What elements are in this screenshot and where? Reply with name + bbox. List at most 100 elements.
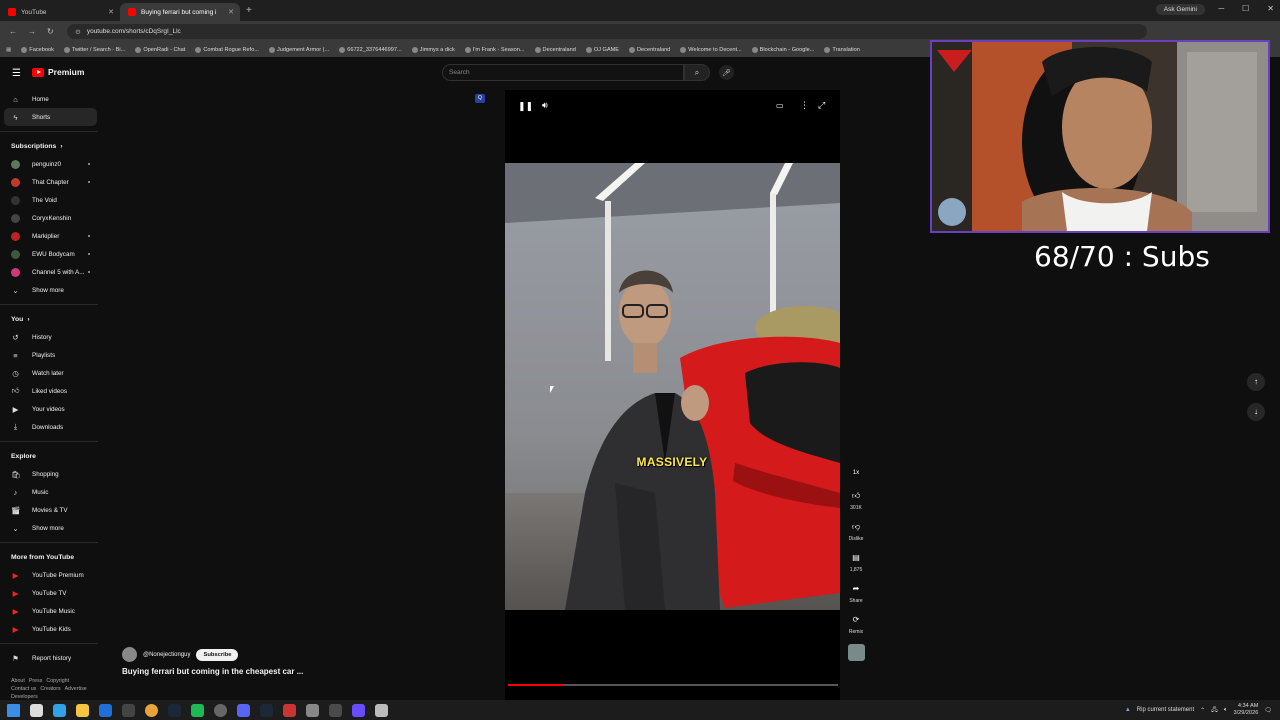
speaker-icon[interactable]: 🔈︎ [1224,707,1228,714]
apps-icon[interactable]: ▦ [6,47,11,53]
voice-search-button[interactable]: 🎤︎ [719,65,734,80]
search-input[interactable]: Search [442,64,684,81]
new-tab-button[interactable]: + [246,5,252,16]
subscriptions-heading[interactable]: Subscriptions › [0,137,104,155]
playback-rate-button[interactable]: 1x [849,466,863,480]
network-icon[interactable]: 🖧 [1211,705,1218,715]
close-tab-icon[interactable]: ✕ [108,8,114,16]
subscription-item[interactable]: CoryxKenshin [0,209,104,227]
bookmark-item[interactable]: Twitter / Search - Bi... [63,46,125,53]
subscription-item[interactable]: The Void [0,191,104,209]
footer-link[interactable]: Creators [40,686,60,692]
chrome-active-icon[interactable] [329,703,342,717]
footer-link[interactable]: Press [29,678,43,684]
start-icon[interactable] [7,703,20,717]
subscribe-button[interactable]: Subscribe [196,648,239,661]
notification-text[interactable]: Rip current statement [1137,707,1194,713]
bookmark-item[interactable]: Blockchain - Google... [751,46,814,53]
bookmark-item[interactable]: Welcome to Decent... [680,46,742,53]
bookmark-item[interactable]: Translation [824,46,860,53]
previous-short-button[interactable]: ↑ [1247,373,1265,391]
ask-gemini-button[interactable]: Ask Gemini [1155,4,1205,15]
more-options-icon[interactable]: ⋮ [800,100,809,111]
bookmark-item[interactable]: OpenRadi - Chat [135,46,185,53]
sidebar-item-youtube-product[interactable]: ▶ YouTube Music [0,602,104,620]
sidebar-item-movies-tv[interactable]: 🎬︎ Movies & TV [0,501,104,519]
progress-bar[interactable] [508,684,838,686]
subscription-item[interactable]: EWU Bodycam [0,245,104,263]
steam-2-icon[interactable] [260,703,273,717]
sidebar-item-music[interactable]: ♪ Music [0,483,104,501]
forward-icon[interactable]: → [28,27,38,36]
bookmark-item[interactable]: Combat Rogue Refo... [195,46,259,53]
reload-icon[interactable]: ↻ [47,27,57,36]
app-2-icon[interactable] [283,703,296,717]
app-icon[interactable] [214,703,227,717]
edge-icon[interactable] [53,703,66,717]
subscription-item[interactable]: That Chapter [0,173,104,191]
tab-youtube[interactable]: YouTube ✕ [0,3,120,21]
clock[interactable]: 4:34 AM 3/29/2026 [1233,703,1258,717]
bookmark-item[interactable]: Facebook [21,46,54,53]
channel-handle[interactable]: @Nonejectionguy [143,652,190,658]
spotify-icon[interactable] [191,703,204,717]
report-history-item[interactable]: ⚑ Report history [0,649,104,667]
sidebar-item-your-videos[interactable]: ▶ Your videos [0,400,104,418]
bookmark-item[interactable]: Jimmys a dick [411,46,455,53]
sidebar-item-home[interactable]: ⌂ Home [0,90,104,108]
remix-icon[interactable]: ⟳ [849,613,863,627]
sidebar-item-shopping[interactable]: 🛍︎ Shopping [0,465,104,483]
footer-link[interactable]: About [11,678,25,684]
bookmark-item[interactable]: Judgement Armor (... [268,46,329,53]
sidebar-item-youtube-product[interactable]: ▶ YouTube Kids [0,620,104,638]
minimize-icon[interactable]: ─ [1218,4,1224,13]
fullscreen-icon[interactable]: ⤢ [818,100,825,111]
share-icon[interactable]: ➦ [849,582,863,596]
bookmark-item[interactable]: 66722_3376446997... [339,46,402,53]
bookmark-item[interactable]: I'm Frank - Season... [464,46,525,53]
sidebar-item-watch-later[interactable]: ◷ Watch later [0,364,104,382]
file-explorer-icon[interactable] [76,703,89,717]
sidebar-item-playlists[interactable]: ≡ Playlists [0,346,104,364]
close-window-icon[interactable]: ✕ [1267,4,1274,13]
site-info-icon[interactable]: ⚙ [75,28,81,36]
subscription-item[interactable]: Markiplier [0,227,104,245]
show-more-explore[interactable]: ⌄ Show more [0,519,104,537]
maximize-icon[interactable]: ☐ [1242,4,1249,13]
short-title[interactable]: Buying ferrari but coming in the cheapes… [122,667,303,676]
short-video-frame[interactable] [505,163,840,610]
show-more-subscriptions[interactable]: ⌄ Show more [0,281,104,299]
url-field[interactable]: ⚙ youtube.com/shorts/cDqSrgI_Llc [67,24,1147,39]
obs-icon[interactable] [306,703,319,717]
like-icon[interactable]: 👍︎ [849,489,863,503]
app-3-icon[interactable] [352,703,365,717]
subscription-item[interactable]: penguinz0 [0,155,104,173]
steam-icon[interactable] [168,703,181,717]
pause-icon[interactable]: ❚❚ [518,101,533,112]
sidebar-item-liked-videos[interactable]: 👍︎ Liked videos [0,382,104,400]
footer-link[interactable]: Copyright [46,678,69,684]
subscription-item[interactable]: Channel 5 with A... [0,263,104,281]
sidebar-item-shorts[interactable]: ϟ Shorts [4,108,97,126]
sidebar-item-downloads[interactable]: ⤓ Downloads [0,418,104,436]
store-icon[interactable] [122,703,135,717]
chrome-icon[interactable] [145,703,158,717]
footer-link[interactable]: Contact us [11,686,36,692]
search-icon[interactable] [30,703,43,717]
next-short-button[interactable]: ↓ [1247,403,1265,421]
tab-current-short[interactable]: Buying ferrari but coming i ✕ [120,3,240,21]
you-heading[interactable]: You › [0,310,104,328]
bookmark-item[interactable]: Decentraland [629,46,670,53]
outlook-icon[interactable] [99,703,112,717]
close-tab-icon[interactable]: ✕ [228,8,234,16]
youtube-premium-logo[interactable]: Premium [32,67,84,77]
extension-badge-icon[interactable]: Q [475,94,485,103]
notifications-icon[interactable]: 🗨 [1264,707,1272,714]
hamburger-menu-icon[interactable]: ☰ [12,68,22,79]
bookmark-item[interactable]: OJ GAME [585,46,619,53]
dislike-icon[interactable]: 👎︎ [849,520,863,534]
footer-link[interactable]: Advertise [65,686,87,692]
sidebar-item-history[interactable]: ↺ History [0,328,104,346]
sidebar-item-youtube-product[interactable]: ▶ YouTube TV [0,584,104,602]
discord-icon[interactable] [237,703,250,717]
